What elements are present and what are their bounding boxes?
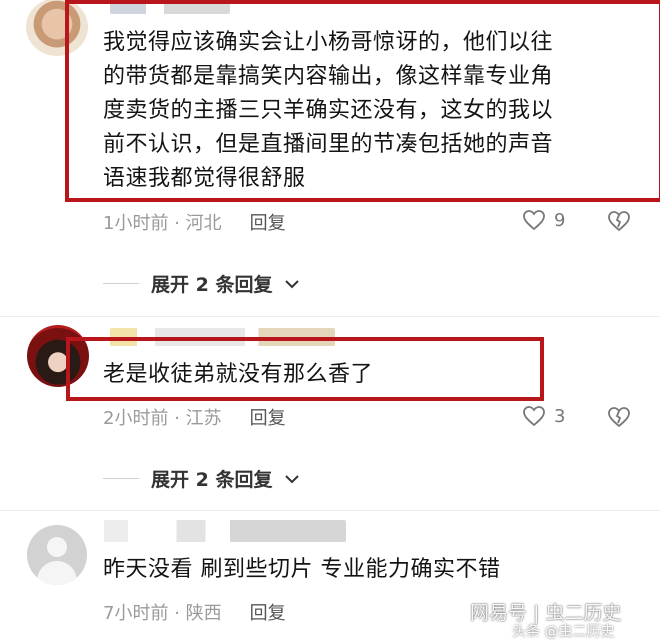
- timestamp-location: 7小时前 · 陕西: [103, 599, 222, 625]
- divider: [0, 316, 660, 317]
- comment-text[interactable]: 我觉得应该确实会让小杨哥惊讶的，他们以往 的带货都是靠搞笑内容输出，像这样靠专业…: [103, 26, 648, 196]
- expand-label: 展开 2 条回复: [151, 469, 273, 491]
- avatar-head: [47, 537, 67, 557]
- broken-heart-icon: [608, 407, 630, 428]
- separator: ·: [174, 408, 180, 429]
- timestamp: 2小时前: [103, 408, 169, 429]
- chevron-down-icon: [285, 279, 300, 288]
- comment-line: 我觉得应该确实会让小杨哥惊讶的，他们以往: [103, 30, 554, 55]
- like-button[interactable]: 9: [522, 209, 565, 231]
- dislike-button[interactable]: [607, 406, 631, 432]
- divider: [0, 510, 660, 511]
- comment-meta: 1小时前 · 河北 回复: [103, 209, 286, 235]
- location: 江苏: [185, 408, 222, 429]
- chevron-down-icon: [285, 474, 300, 483]
- comment-line: 前不认识，但是直播间里的节凑包括她的声音: [103, 132, 554, 157]
- comment-text[interactable]: 老是收徒弟就没有那么香了: [103, 358, 533, 392]
- avatar-body: [37, 561, 77, 585]
- expand-replies[interactable]: 展开 2 条回复: [103, 270, 300, 297]
- timestamp: 1小时前: [103, 213, 169, 234]
- comment-line: 语速我都觉得很舒服: [103, 166, 306, 191]
- expand-replies[interactable]: 展开 2 条回复: [103, 465, 300, 492]
- heart-outline-icon: [523, 210, 545, 231]
- comment-line: 的带货都是靠搞笑内容输出，像这样靠专业角: [103, 64, 554, 89]
- separator: ·: [174, 603, 180, 624]
- comment-meta: 7小时前 · 陕西 回复: [103, 599, 286, 625]
- location: 河北: [185, 213, 222, 234]
- comment-text[interactable]: 昨天没看 刷到些切片 专业能力确实不错: [103, 553, 623, 587]
- person-icon[interactable]: [27, 525, 87, 585]
- comment-meta: 2小时前 · 江苏 回复: [103, 404, 286, 430]
- reply-button[interactable]: 回复: [250, 404, 286, 430]
- like-count: 9: [554, 209, 566, 231]
- comment-line: 老是收徒弟就没有那么香了: [103, 362, 374, 387]
- dislike-button[interactable]: [607, 210, 631, 236]
- reply-button[interactable]: 回复: [250, 209, 286, 235]
- timestamp-location: 2小时前 · 江苏: [103, 404, 222, 430]
- like-button[interactable]: 3: [522, 405, 565, 427]
- expand-divider: [103, 478, 139, 479]
- expand-divider: [103, 283, 139, 284]
- like-count: 3: [554, 405, 566, 427]
- location: 陕西: [185, 603, 222, 624]
- reply-button[interactable]: 回复: [250, 599, 286, 625]
- broken-heart-icon: [608, 211, 630, 232]
- username-blurred[interactable]: [104, 520, 346, 542]
- expand-label: 展开 2 条回复: [151, 274, 273, 296]
- timestamp: 7小时前: [103, 603, 169, 624]
- watermark-sub: 头条 @虫二历史: [512, 624, 615, 640]
- comment-line: 度卖货的主播三只羊确实还没有，这女的我以: [103, 98, 554, 123]
- separator: ·: [174, 213, 180, 234]
- timestamp-location: 1小时前 · 河北: [103, 209, 222, 235]
- comment-line: 昨天没看 刷到些切片 专业能力确实不错: [103, 557, 501, 582]
- heart-outline-icon: [523, 406, 545, 427]
